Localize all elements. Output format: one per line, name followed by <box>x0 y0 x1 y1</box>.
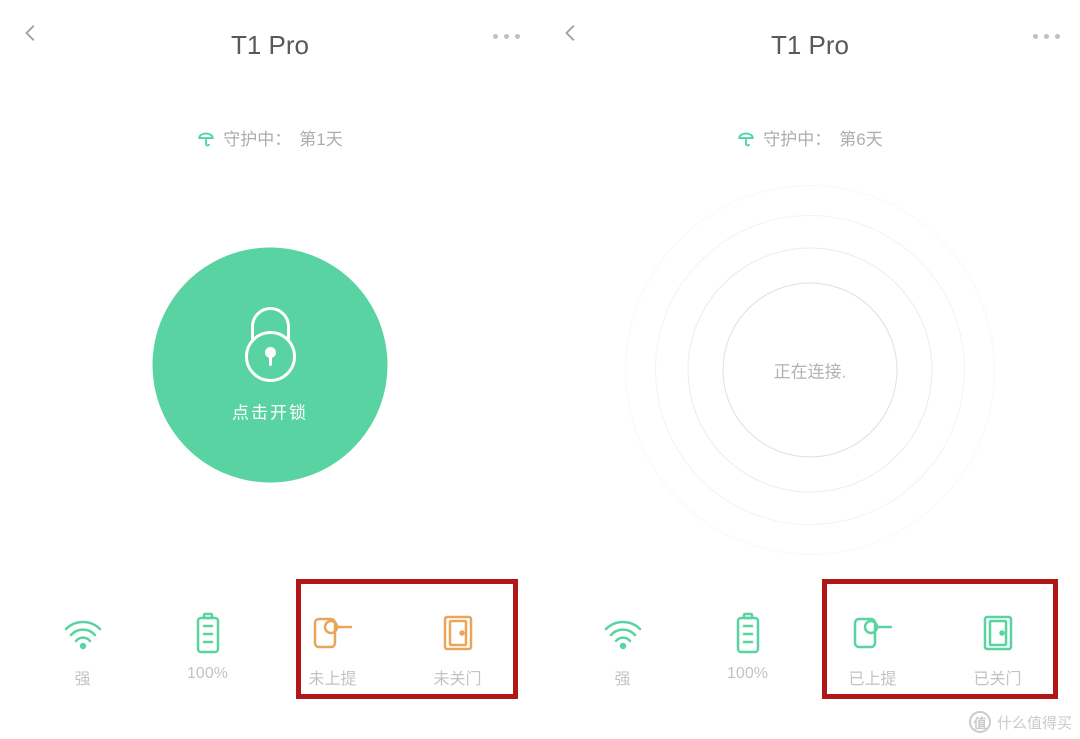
handle-icon <box>309 613 357 653</box>
device-pane-right: T1 Pro 守护中： 第6天 正在连接. 强 100% <box>540 0 1080 739</box>
battery-icon <box>184 613 232 653</box>
status-row: 强 100% 已上提 已关门 <box>540 613 1080 689</box>
status-label: 100% <box>187 665 228 683</box>
status-item-battery: 100% <box>703 613 793 689</box>
center-area: 正在连接. <box>665 205 955 535</box>
status-item-signal: 强 <box>38 613 128 689</box>
guard-status: 守护中： 第1天 <box>197 125 342 150</box>
guard-day: 第6天 <box>839 125 882 150</box>
header: T1 Pro <box>540 0 1080 60</box>
unlock-label: 点击开锁 <box>232 399 308 424</box>
umbrella-icon <box>197 129 215 147</box>
door-icon <box>974 613 1022 653</box>
status-item-handle: 已上提 <box>828 613 918 689</box>
watermark-logo-icon: 值 <box>969 711 991 733</box>
watermark-text: 什么值得买 <box>997 712 1072 733</box>
handle-icon <box>849 613 897 653</box>
status-label: 未上提 <box>308 665 356 689</box>
status-label: 已上提 <box>848 665 896 689</box>
guard-day: 第1天 <box>299 125 342 150</box>
device-pane-left: T1 Pro 守护中： 第1天 点击开锁 强 <box>0 0 540 739</box>
guard-status: 守护中： 第6天 <box>737 125 882 150</box>
status-item-battery: 100% <box>163 613 253 689</box>
status-label: 强 <box>74 665 90 689</box>
status-item-handle: 未上提 <box>288 613 378 689</box>
status-item-door: 已关门 <box>953 613 1043 689</box>
more-menu-icon[interactable] <box>493 34 520 39</box>
guard-label: 守护中： <box>223 125 291 150</box>
wifi-icon <box>599 613 647 653</box>
status-item-signal: 强 <box>578 613 668 689</box>
page-title: T1 Pro <box>0 30 540 61</box>
lock-icon <box>238 307 302 383</box>
status-label: 已关门 <box>973 665 1021 689</box>
header: T1 Pro <box>0 0 540 60</box>
battery-icon <box>724 613 772 653</box>
wifi-icon <box>59 613 107 653</box>
status-label: 未关门 <box>433 665 481 689</box>
guard-label: 守护中： <box>763 125 831 150</box>
watermark: 值 什么值得买 <box>969 711 1072 733</box>
status-label: 强 <box>614 665 630 689</box>
center-area: 点击开锁 <box>125 220 415 510</box>
status-item-door: 未关门 <box>413 613 503 689</box>
umbrella-icon <box>737 129 755 147</box>
status-label: 100% <box>727 665 768 683</box>
connecting-label: 正在连接. <box>774 358 847 383</box>
door-icon <box>434 613 482 653</box>
status-row: 强 100% 未上提 未关门 <box>0 613 540 689</box>
unlock-button[interactable]: 点击开锁 <box>153 248 388 483</box>
more-menu-icon[interactable] <box>1033 34 1060 39</box>
page-title: T1 Pro <box>540 30 1080 61</box>
